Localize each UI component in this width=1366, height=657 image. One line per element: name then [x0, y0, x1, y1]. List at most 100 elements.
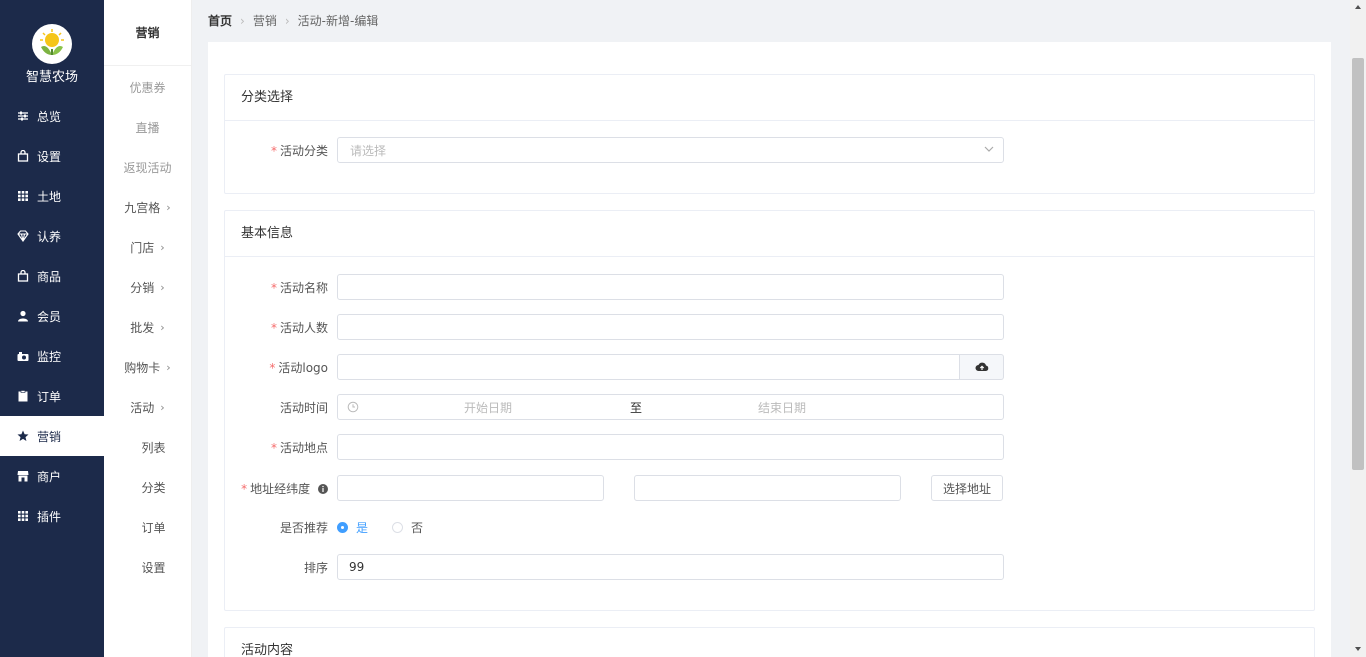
chevron-right-icon: › — [160, 240, 165, 254]
nav-item-orders[interactable]: 订单 — [0, 376, 104, 416]
sub-sidebar: 营销 优惠券 直播 返现活动 九宫格 › 门店 › 分销 › 批发 › 购物卡 › 活动 ›… — [104, 0, 192, 657]
section-title: 基本信息 — [225, 211, 1314, 257]
recommend-no-radio[interactable]: 否 — [392, 519, 423, 536]
subnav-label: 分类 — [141, 480, 166, 495]
scroll-down-icon[interactable] — [1354, 645, 1362, 653]
nav-label: 商品 — [37, 269, 62, 284]
nav-item-settings[interactable]: 设置 — [0, 136, 104, 176]
clock-icon — [347, 401, 359, 413]
start-date-placeholder[interactable]: 开始日期 — [464, 399, 512, 416]
section-activity-content: 活动内容 — [224, 627, 1315, 657]
form-row-name: * 活动名称 — [225, 274, 1004, 300]
breadcrumb: 首页 › 营销 › 活动-新增-编辑 — [208, 12, 378, 29]
field-label-text: 排序 — [303, 560, 328, 575]
upload-button[interactable] — [960, 354, 1004, 380]
form-row-time: 活动时间 开始日期 至 结束日期 — [225, 394, 1004, 420]
field-label: * 活动地点 — [225, 439, 337, 456]
subnav-item-activity-orders[interactable]: 订单 — [104, 507, 191, 547]
chevron-down-icon — [984, 146, 994, 152]
activity-logo-input[interactable] — [337, 354, 960, 380]
app-name: 智慧农场 — [25, 70, 78, 85]
nav-item-marketing[interactable]: 营销 — [0, 416, 104, 456]
subnav-label: 列表 — [141, 440, 166, 455]
breadcrumb-separator-icon: › — [284, 13, 290, 28]
end-date-placeholder[interactable]: 结束日期 — [758, 399, 806, 416]
chevron-right-icon: › — [160, 280, 165, 294]
scroll-up-icon[interactable] — [1354, 3, 1362, 11]
field-label-text: 地址经纬度 — [250, 481, 311, 496]
radio-label: 是 — [356, 520, 369, 535]
subnav-item-activity-category[interactable]: 分类 — [104, 467, 191, 507]
breadcrumb-level1[interactable]: 营销 — [253, 12, 277, 29]
required-mark: * — [241, 481, 248, 496]
subnav-item-shopping-card[interactable]: 购物卡 › — [104, 347, 191, 387]
field-label-text: 活动logo — [278, 360, 328, 375]
subnav-item-activity[interactable]: 活动 › — [104, 387, 191, 427]
subnav-label: 直播 — [135, 120, 160, 135]
activity-category-select[interactable]: 请选择 — [337, 137, 1004, 163]
subnav-item-live[interactable]: 直播 — [104, 107, 191, 147]
scrollbar-thumb[interactable] — [1352, 58, 1364, 470]
field-label-text: 活动分类 — [279, 143, 328, 158]
field-label: * 活动分类 — [225, 142, 337, 159]
gem-icon — [17, 230, 29, 242]
field-label-text: 活动地点 — [279, 440, 328, 455]
nav-item-adopt[interactable]: 认养 — [0, 216, 104, 256]
scrollbar[interactable] — [1350, 0, 1366, 657]
range-separator: 至 — [630, 400, 643, 415]
nav-item-overview[interactable]: 总览 — [0, 96, 104, 136]
latitude-input[interactable] — [634, 475, 901, 501]
user-icon — [17, 310, 29, 322]
field-label: * 活动人数 — [225, 319, 337, 336]
breadcrumb-current: 活动-新增-编辑 — [297, 14, 379, 28]
sliders-icon — [17, 110, 29, 122]
subnav-title: 营销 — [104, 0, 191, 66]
chevron-right-icon: › — [160, 320, 165, 334]
sort-input[interactable] — [337, 554, 1004, 580]
required-mark: * — [270, 440, 277, 455]
subnav-label: 门店 — [130, 240, 155, 255]
nav-item-members[interactable]: 会员 — [0, 296, 104, 336]
subnav-label: 分销 — [130, 280, 155, 295]
recommend-yes-radio[interactable]: 是 — [337, 519, 368, 536]
subnav-item-ninegrid[interactable]: 九宫格 › — [104, 187, 191, 227]
subnav-item-stores[interactable]: 门店 › — [104, 227, 191, 267]
breadcrumb-home[interactable]: 首页 — [208, 12, 232, 29]
activity-name-input[interactable] — [337, 274, 1004, 300]
form-row-sort: 排序 — [225, 554, 1004, 580]
subnav-item-activity-list[interactable]: 列表 — [104, 427, 191, 467]
activity-date-range[interactable]: 开始日期 至 结束日期 — [337, 394, 1004, 420]
nav-item-merchants[interactable]: 商户 — [0, 456, 104, 496]
subnav-label: 批发 — [130, 320, 155, 335]
main-sidebar: 智慧农场 总览 设置 土地 认养 商品 会员 监控 订单 营销 商户 插件 — [0, 0, 104, 657]
nav-item-goods[interactable]: 商品 — [0, 256, 104, 296]
activity-place-input[interactable] — [337, 434, 1004, 460]
nav-item-plugins[interactable]: 插件 — [0, 496, 104, 536]
breadcrumb-separator-icon: › — [240, 13, 245, 28]
subnav-label: 返现活动 — [123, 160, 172, 175]
choose-address-button[interactable]: 选择地址 — [931, 475, 1004, 501]
nav-label: 设置 — [37, 149, 62, 164]
nav-item-land[interactable]: 土地 — [0, 176, 104, 216]
field-label: * 地址经纬度 — [225, 480, 337, 497]
subnav-item-cashback[interactable]: 返现活动 — [104, 147, 191, 187]
grid-icon — [17, 190, 29, 202]
bag-icon — [17, 270, 29, 282]
field-label: 活动时间 — [225, 399, 337, 416]
logo-area: 智慧农场 — [0, 0, 104, 96]
bag-icon — [17, 150, 29, 162]
subnav-item-coupons[interactable]: 优惠券 — [104, 67, 191, 107]
chevron-right-icon: › — [166, 360, 171, 374]
clipboard-icon — [17, 390, 29, 402]
info-icon[interactable] — [318, 483, 328, 494]
longitude-input[interactable] — [337, 475, 604, 501]
subnav-item-wholesale[interactable]: 批发 › — [104, 307, 191, 347]
field-label: 排序 — [225, 559, 337, 576]
activity-count-input[interactable] — [337, 314, 1004, 340]
nav-item-monitor[interactable]: 监控 — [0, 336, 104, 376]
subnav-item-distribution[interactable]: 分销 › — [104, 267, 191, 307]
radio-dot — [392, 521, 404, 533]
section-title: 分类选择 — [225, 75, 1314, 121]
required-mark: * — [269, 360, 276, 375]
subnav-item-activity-settings[interactable]: 设置 — [104, 547, 191, 587]
